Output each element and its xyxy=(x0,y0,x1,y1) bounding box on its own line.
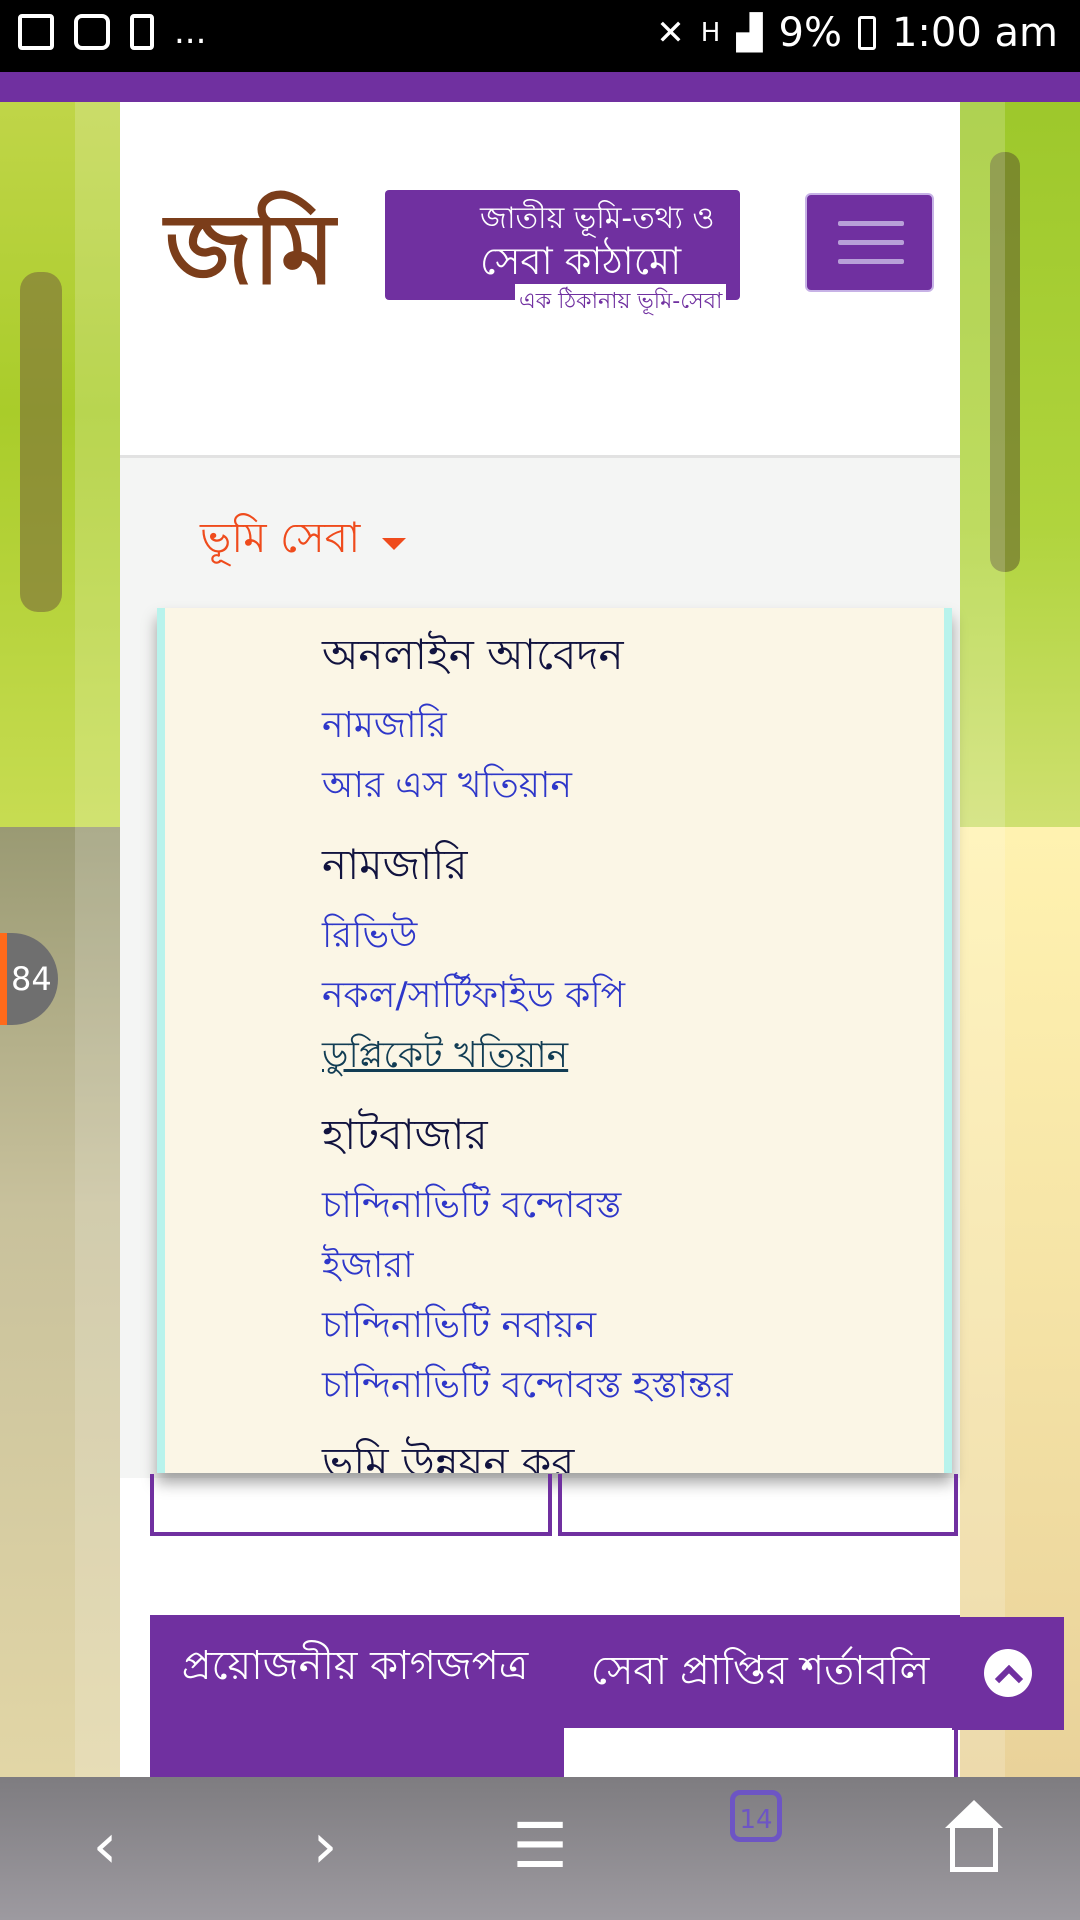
menu-link-certified-copy[interactable]: নকল/সার্টিফাইড কপি xyxy=(322,968,625,1028)
caret-down-icon xyxy=(382,537,407,550)
section-heading: অনলাইন আবেদন xyxy=(322,630,624,679)
signal-icon: ▟ xyxy=(736,13,763,53)
tab-required-documents[interactable]: প্রয়োজনীয় কাগজপত্র xyxy=(150,1615,560,1777)
logo-wordmark: জমি xyxy=(165,192,336,307)
tree-trunk-left xyxy=(20,272,62,612)
info-box-right xyxy=(558,1474,958,1536)
section-heading: নামজারি xyxy=(322,840,468,889)
section-heading: ভূমি উন্নয়ন কর xyxy=(322,1438,575,1473)
menu-link-duplicate-khatian[interactable]: ডুপ্লিকেট খতিয়ান xyxy=(322,1028,568,1088)
status-right: ✕ H ▟ 9% 1:00 am xyxy=(656,10,1058,56)
camera-icon xyxy=(74,14,110,50)
logo-tagline-3: এক ঠিকানায় ভূমি-সেবা xyxy=(515,284,727,321)
top-accent-bar xyxy=(0,72,1080,102)
info-box-left xyxy=(150,1474,552,1536)
forward-icon[interactable]: › xyxy=(285,1815,365,1877)
tab-content-area xyxy=(560,1728,958,1777)
alert-icon xyxy=(130,14,154,50)
info-boxes xyxy=(150,1474,958,1536)
notification-icons: ... xyxy=(18,12,206,52)
tabs-icon[interactable]: 14 xyxy=(730,1790,782,1842)
background-strip-right xyxy=(960,72,1005,1777)
more-notifications: ... xyxy=(174,12,207,52)
menu-link-lease[interactable]: ইজারা xyxy=(322,1238,414,1298)
image-icon xyxy=(18,14,54,50)
battery-icon xyxy=(857,16,876,50)
scroll-to-top-button[interactable] xyxy=(952,1617,1064,1730)
site-logo[interactable]: জমি জাতীয় ভূমি-তথ্য ও সেবা কাঠামো এক ঠি… xyxy=(165,190,740,321)
section-heading: হাটবাজার xyxy=(322,1110,488,1159)
menu-link-namjari[interactable]: নামজারি xyxy=(322,698,447,758)
menu-link-review[interactable]: রিভিউ xyxy=(322,908,417,968)
battery-percent: 9% xyxy=(778,10,842,56)
home-icon[interactable] xyxy=(950,1826,998,1872)
status-bar: ... ✕ H ▟ 9% 1:00 am xyxy=(0,0,1080,72)
menu-hamburger-button[interactable] xyxy=(805,193,934,292)
menu-link-chandina-transfer[interactable]: চান্দিনাভিটি বন্দোবস্ত হস্তান্তর xyxy=(322,1358,733,1418)
clock: 1:00 am xyxy=(891,10,1058,56)
hamburger-line xyxy=(838,259,904,264)
menu-link-chandina-settlement[interactable]: চান্দিনাভিটি বন্দোবস্ত xyxy=(322,1178,621,1238)
menu-link-chandina-renewal[interactable]: চান্দিনাভিটি নবায়ন xyxy=(322,1298,596,1358)
back-icon[interactable]: ‹ xyxy=(65,1815,145,1877)
tab-service-terms[interactable]: সেবা প্রাপ্তির শর্তাবলি xyxy=(560,1615,960,1728)
hamburger-line xyxy=(838,240,904,245)
land-service-dropdown-toggle[interactable]: ভূমি সেবা xyxy=(200,505,407,576)
home-icon-roof xyxy=(945,1800,1003,1828)
dropdown-toggle-label: ভূমি সেবা xyxy=(200,513,361,562)
menu-icon[interactable]: ☰ xyxy=(500,1815,580,1877)
background-strip-left xyxy=(75,72,120,1777)
mute-icon: ✕ xyxy=(656,13,685,53)
hamburger-line xyxy=(838,221,904,226)
dropdown-menu: অনলাইন আবেদন নামজারি আর এস খতিয়ান নামজা… xyxy=(157,608,952,1473)
menu-link-rs-khatian[interactable]: আর এস খতিয়ান xyxy=(322,758,572,818)
network-type: H xyxy=(700,18,721,48)
